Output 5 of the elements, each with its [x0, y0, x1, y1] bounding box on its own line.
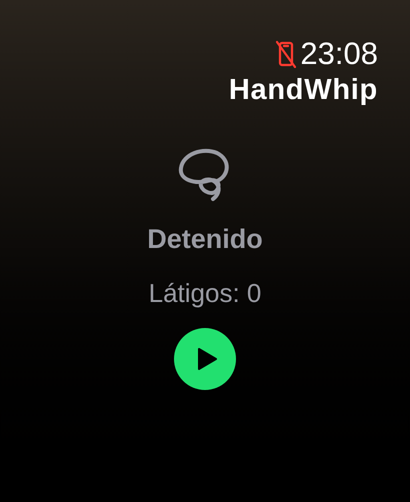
whip-count: Látigos: 0 — [148, 277, 262, 310]
app-title: HandWhip — [228, 73, 378, 108]
play-icon — [196, 347, 218, 371]
time: 23:08 — [300, 36, 378, 72]
status-label: Detenido — [147, 223, 263, 256]
